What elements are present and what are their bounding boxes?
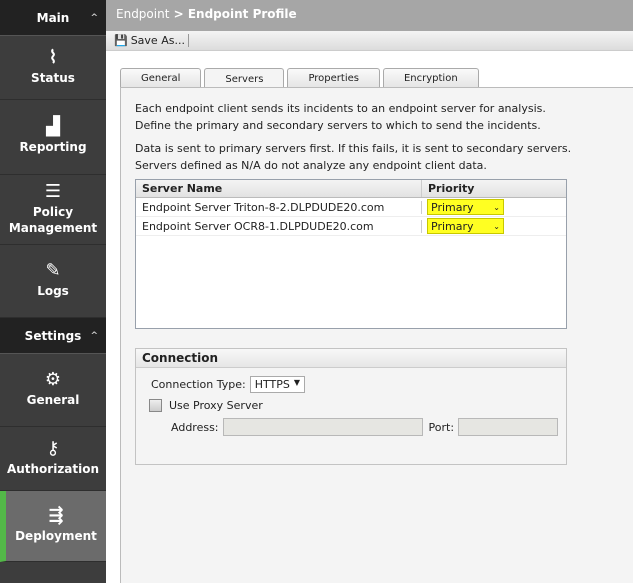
tab-properties[interactable]: Properties — [287, 68, 380, 88]
server-name: Endpoint Server OCR8-1.DLPDUDE20.com — [136, 219, 422, 233]
table-row[interactable]: Endpoint Server OCR8-1.DLPDUDE20.com Prim… — [136, 217, 566, 236]
servers-table: Server Name Priority Endpoint Server Trit… — [135, 179, 567, 329]
column-server-name: Server Name — [136, 180, 422, 197]
connection-type-value: HTTPS — [254, 378, 290, 391]
use-proxy-label: Use Proxy Server — [169, 399, 263, 412]
sidebar-item-authorization[interactable]: ⚷ Authorization — [0, 427, 106, 491]
tab-encryption[interactable]: Encryption — [382, 68, 479, 88]
sidebar-item-label: Policy Management — [8, 204, 98, 235]
save-as-label: Save As... — [130, 34, 185, 47]
note-text: Data is sent to primary servers first. I… — [135, 142, 572, 155]
bar-chart-icon: ▟ — [46, 116, 60, 137]
chevron-up-icon: ^ — [90, 12, 98, 23]
priority-select[interactable]: Primary ⌄ — [427, 199, 504, 215]
priority-value: Primary — [431, 200, 474, 214]
connection-type-select[interactable]: HTTPS ▼ — [249, 376, 306, 393]
section-main[interactable]: Main ^ — [0, 0, 106, 36]
breadcrumb-separator: > — [169, 7, 188, 21]
table-header: Server Name Priority — [136, 180, 566, 198]
section-title: Connection — [136, 349, 566, 368]
sidebar-item-label: Logs — [37, 284, 69, 298]
note-text: Servers defined as N/A do not analyze an… — [135, 159, 487, 172]
sidebar-item-label: General — [26, 393, 80, 407]
sidebar-item-general[interactable]: ⚙ General — [0, 354, 106, 427]
sidebar-item-label: Deployment — [15, 529, 97, 543]
use-proxy-checkbox[interactable] — [149, 399, 162, 412]
main-content: Endpoint > Endpoint Profile 💾 Save As... … — [106, 0, 633, 583]
document-edit-icon: ✎ — [45, 260, 61, 281]
table-row[interactable]: Endpoint Server Triton-8-2.DLPDUDE20.com… — [136, 198, 566, 217]
column-priority: Priority — [428, 182, 475, 195]
toolbar: 💾 Save As... — [106, 31, 633, 51]
deployment-icon: ⇶ — [48, 505, 64, 526]
priority-value: Primary — [431, 219, 474, 233]
list-check-icon: ☰ — [44, 180, 62, 202]
sidebar-item-policy-management[interactable]: ☰ Policy Management — [0, 175, 106, 245]
chevron-up-icon: ^ — [90, 330, 98, 341]
servers-panel: Each endpoint client sends its incidents… — [120, 87, 633, 583]
sidebar-item-reporting[interactable]: ▟ Reporting — [0, 100, 106, 175]
server-name: Endpoint Server Triton-8-2.DLPDUDE20.com — [136, 200, 422, 214]
gear-icon: ⚙ — [44, 369, 62, 390]
sidebar-item-status[interactable]: ⌇ Status — [0, 36, 106, 100]
sidebar-item-label: Status — [31, 70, 75, 85]
user-key-icon: ⚷ — [46, 437, 60, 459]
address-input[interactable] — [222, 418, 423, 436]
section-label: Main — [36, 10, 70, 25]
sidebar: Main ^ ⌇ Status ▟ Reporting ☰ Policy Managem… — [0, 0, 106, 583]
intro-text: Each endpoint client sends its incidents… — [135, 102, 546, 115]
priority-select[interactable]: Primary ⌄ — [427, 218, 504, 234]
breadcrumb-endpoint[interactable]: Endpoint — [116, 7, 169, 21]
dropdown-arrow-icon: ▼ — [293, 378, 301, 387]
chevron-down-icon: ⌄ — [493, 221, 500, 231]
address-label: Address: — [171, 420, 219, 434]
connection-type-label: Connection Type: — [151, 378, 246, 391]
sidebar-item-deployment[interactable]: ⇶ Deployment — [0, 491, 106, 562]
section-settings[interactable]: Settings ^ — [0, 318, 106, 354]
sidebar-item-logs[interactable]: ✎ Logs — [0, 245, 106, 318]
breadcrumb: Endpoint > Endpoint Profile — [106, 0, 633, 31]
intro-text: Define the primary and secondary servers… — [135, 119, 541, 132]
port-input[interactable] — [458, 418, 559, 436]
save-icon: 💾 — [114, 34, 128, 47]
tab-bar: General Servers Properties Encryption — [120, 68, 479, 89]
section-label: Settings — [24, 328, 82, 343]
tab-servers[interactable]: Servers — [204, 68, 285, 89]
save-as-button[interactable]: 💾 Save As... — [114, 34, 189, 47]
sidebar-item-label: Reporting — [19, 140, 87, 154]
connection-section: Connection Connection Type: HTTPS ▼ Use Pr… — [135, 348, 567, 465]
sidebar-item-label: Authorization — [6, 461, 100, 476]
page-title: Endpoint Profile — [187, 7, 297, 21]
port-label: Port: — [428, 420, 455, 434]
tab-general[interactable]: General — [120, 68, 202, 88]
pulse-icon: ⌇ — [48, 46, 58, 68]
chevron-down-icon: ⌄ — [493, 202, 500, 212]
